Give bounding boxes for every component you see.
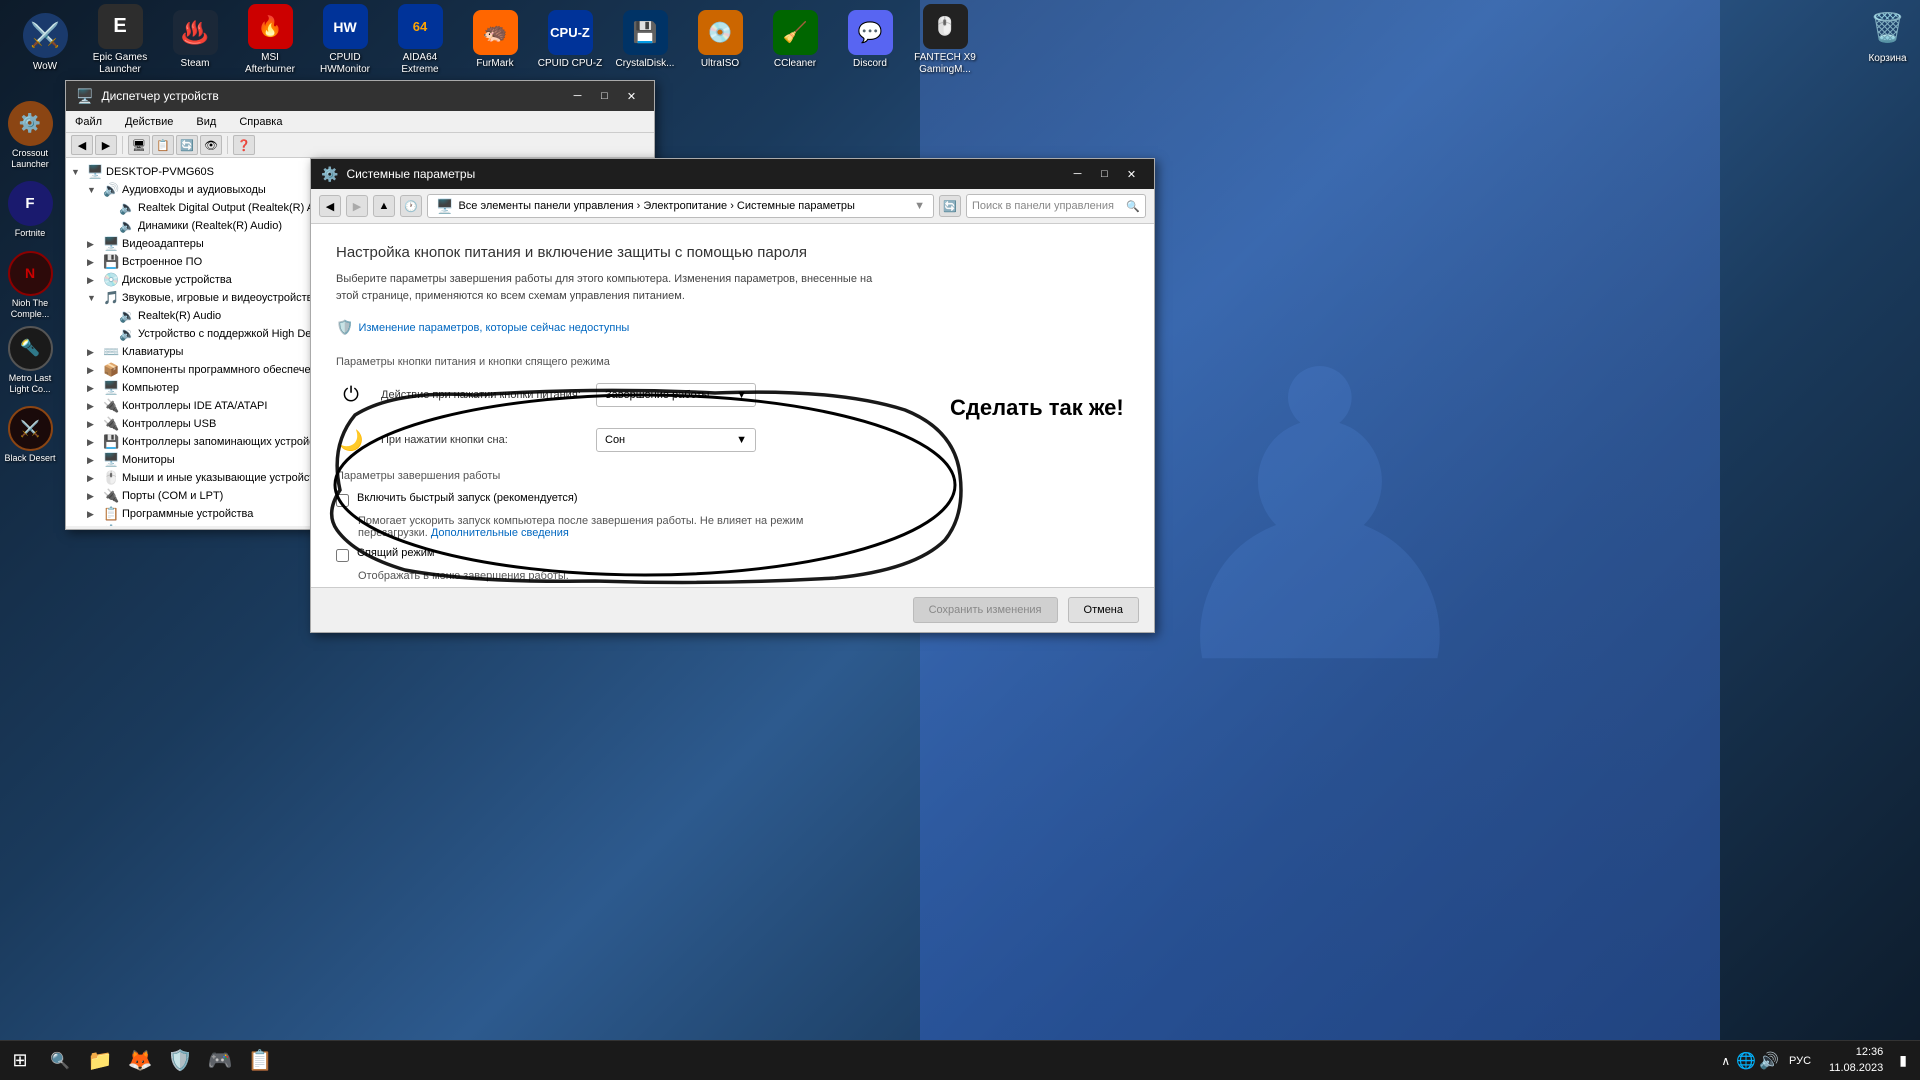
cancel-button[interactable]: Отмена: [1068, 597, 1139, 623]
system-tray-icons: ∧ 🌐 🔊: [1718, 1051, 1779, 1071]
fast-startup-checkbox[interactable]: [336, 494, 349, 507]
cpuid-hwmonitor-icon[interactable]: HW CPUIDHWMonitor: [310, 3, 380, 78]
taskbar-search-button[interactable]: 🔍: [40, 1041, 80, 1080]
breadcrumb-text: Все элементы панели управления › Электро…: [458, 200, 855, 212]
recycle-bin-icon[interactable]: 🗑️ Корзина: [1865, 5, 1910, 64]
sys-settings-breadcrumb: 🖥️ Все элементы панели управления › Элек…: [427, 194, 934, 218]
taskbar-shield[interactable]: 🛡️: [160, 1041, 200, 1080]
dm-menu-action[interactable]: Действие: [121, 114, 177, 130]
dm-computer-btn[interactable]: 🖥: [128, 135, 150, 155]
top-app-icons-bar: ⚔️ WoW E Epic GamesLauncher ♨️ Steam 🔥 M…: [0, 0, 1920, 80]
device-manager-titlebar: 🖥️ Диспетчер устройств ─ □ ✕: [66, 81, 654, 111]
nioh-icon[interactable]: N Nioh TheComple...: [3, 250, 58, 320]
page-title: Настройка кнопок питания и включение защ…: [336, 244, 1129, 261]
sleep-mode-checkbox[interactable]: [336, 549, 349, 562]
epic-games-icon[interactable]: E Epic GamesLauncher: [85, 3, 155, 78]
fast-startup-row: Включить быстрый запуск (рекомендуется): [336, 492, 1129, 507]
fast-startup-desc: Помогает ускорить запуск компьютера посл…: [358, 515, 1129, 539]
fantech-icon[interactable]: 🖱️ FANTECH X9GamingM...: [910, 3, 980, 78]
ccleaner-icon[interactable]: 🧹 CCleaner: [760, 3, 830, 78]
dm-back-btn[interactable]: ◀: [71, 135, 93, 155]
cpuid-cpuz-icon[interactable]: CPU-Z CPUID CPU-Z: [535, 3, 605, 78]
taskbar-clock: 12:36 11.08.2023: [1821, 1045, 1891, 1076]
taskbar-app4[interactable]: 🎮: [200, 1041, 240, 1080]
dm-scan-btn[interactable]: 🔄: [176, 135, 198, 155]
device-manager-title: Диспетчер устройств: [101, 89, 557, 103]
aida64-icon[interactable]: 64 AIDA64Extreme: [385, 3, 455, 78]
button-section-title: Параметры кнопки питания и кнопки спящег…: [336, 356, 1129, 368]
dm-close-button[interactable]: ✕: [619, 86, 644, 106]
ss-refresh-button[interactable]: 🔄: [939, 195, 961, 217]
device-manager-toolbar: ◀ ▶ 🖥 📋 🔄 👁 ❓: [66, 133, 654, 158]
sleep-button-icon: 🌙: [336, 425, 366, 455]
tray-network-icon[interactable]: 🌐: [1736, 1051, 1756, 1071]
taskbar-explorer[interactable]: 📁: [80, 1041, 120, 1080]
change-params-link[interactable]: 🛡️ Изменение параметров, которые сейчас …: [336, 319, 1129, 336]
dm-forward-btn[interactable]: ▶: [95, 135, 117, 155]
dm-help-btn[interactable]: ❓: [233, 135, 255, 155]
taskbar: ⊞ 🔍 📁 🦊 🛡️ 🎮 📋 ∧ 🌐 🔊 РУС 12:36 11.08.202…: [0, 1040, 1920, 1080]
taskbar-firefox[interactable]: 🦊: [120, 1041, 160, 1080]
taskbar-date-value: 11.08.2023: [1829, 1061, 1883, 1076]
crossout-launcher-icon[interactable]: ⚙️ CrossoutLauncher: [3, 100, 58, 170]
device-manager-menu: Файл Действие Вид Справка: [66, 111, 654, 133]
ss-up-button[interactable]: ▲: [373, 195, 395, 217]
metro-last-light-icon[interactable]: 🔦 Metro LastLight Co...: [3, 325, 58, 395]
sleep-button-dropdown[interactable]: Сон ▼: [596, 428, 756, 452]
power-button-dropdown[interactable]: Завершение работы ▼: [596, 383, 756, 407]
sleep-mode-row: Спящий режим: [336, 547, 1129, 562]
steam-icon[interactable]: ♨️ Steam: [160, 3, 230, 78]
ultraiso-icon[interactable]: 💿 UltraISO: [685, 3, 755, 78]
dm-show-btn[interactable]: 👁: [200, 135, 222, 155]
furmark-icon[interactable]: 🦔 FurMark: [460, 3, 530, 78]
start-button[interactable]: ⊞: [0, 1041, 40, 1080]
sleep-button-label: При нажатии кнопки сна:: [381, 434, 581, 446]
msi-afterburner-icon[interactable]: 🔥 MSIAfterburner: [235, 3, 305, 78]
dm-menu-help[interactable]: Справка: [235, 114, 286, 130]
page-desc: Выберите параметры завершения работы для…: [336, 271, 1129, 304]
power-button-label: Действие при нажатии кнопки питания:: [381, 389, 581, 401]
fast-startup-link[interactable]: Дополнительные сведения: [431, 527, 569, 539]
shutdown-section-title: Параметры завершения работы: [336, 470, 1129, 482]
ss-minimize-button[interactable]: ─: [1065, 164, 1090, 184]
ss-maximize-button[interactable]: □: [1092, 164, 1117, 184]
black-desert-icon[interactable]: ⚔️ Black Desert: [3, 400, 58, 470]
crystaldisk-icon[interactable]: 💾 CrystalDisk...: [610, 3, 680, 78]
sleep-mode-desc: Отображать в меню завершения работы.: [358, 570, 1129, 582]
tray-arrow[interactable]: ∧: [1718, 1054, 1733, 1068]
fortnite-icon[interactable]: F Fortnite: [3, 175, 58, 245]
ss-close-button[interactable]: ✕: [1119, 164, 1144, 184]
sys-settings-search[interactable]: Поиск в панели управления 🔍: [966, 194, 1146, 218]
dm-maximize-button[interactable]: □: [592, 86, 617, 106]
sys-settings-footer: Сохранить изменения Отмена: [311, 587, 1154, 632]
ss-recent-button[interactable]: 🕐: [400, 195, 422, 217]
sys-settings-titlebar: ⚙️ Системные параметры ─ □ ✕: [311, 159, 1154, 189]
sys-settings-toolbar: ◀ ▶ ▲ 🕐 🖥️ Все элементы панели управлени…: [311, 189, 1154, 224]
desktop: ♟ ⚔️ WoW E Epic GamesLauncher ♨️ Steam: [0, 0, 1920, 1080]
dm-properties-btn[interactable]: 📋: [152, 135, 174, 155]
ss-back-button[interactable]: ◀: [319, 195, 341, 217]
taskbar-app5[interactable]: 📋: [240, 1041, 280, 1080]
dm-minimize-button[interactable]: ─: [565, 86, 590, 106]
save-changes-button[interactable]: Сохранить изменения: [913, 597, 1058, 623]
discord-icon[interactable]: 💬 Discord: [835, 3, 905, 78]
ss-forward-button[interactable]: ▶: [346, 195, 368, 217]
left-app-icons: ⚙️ CrossoutLauncher F Fortnite N Nioh Th…: [0, 95, 60, 1080]
sys-settings-title: Системные параметры: [346, 167, 1057, 181]
taskbar-time-value: 12:36: [1829, 1045, 1883, 1060]
tray-volume-icon[interactable]: 🔊: [1759, 1051, 1779, 1071]
dm-menu-file[interactable]: Файл: [71, 114, 106, 130]
annotation-text: Сделать так же!: [950, 395, 1124, 421]
sleep-button-row: 🌙 При нажатии кнопки сна: Сон ▼: [336, 425, 1129, 455]
taskbar-show-desktop[interactable]: ▮: [1896, 1052, 1910, 1069]
taskbar-language[interactable]: РУС: [1784, 1055, 1816, 1067]
taskbar-running-apps: 📁 🦊 🛡️ 🎮 📋: [80, 1041, 280, 1080]
wow-icon[interactable]: ⚔️ WoW: [10, 5, 80, 80]
dm-menu-view[interactable]: Вид: [192, 114, 220, 130]
taskbar-right-area: ∧ 🌐 🔊 РУС 12:36 11.08.2023 ▮: [1718, 1041, 1920, 1080]
power-button-icon: ⏻: [336, 380, 366, 410]
